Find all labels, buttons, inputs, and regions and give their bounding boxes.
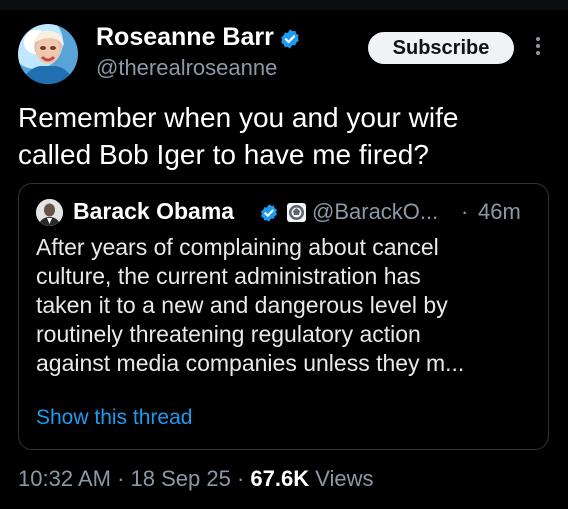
quoted-author-name[interactable]: Barack Obama xyxy=(73,198,234,225)
quoted-tweet-text: After years of complaining about cancel … xyxy=(36,234,465,376)
views-label: Views xyxy=(315,466,374,491)
avatar-image xyxy=(20,30,76,84)
separator-dot: · xyxy=(117,466,125,491)
tweet-text: Remember when you and your wife called B… xyxy=(18,102,459,170)
quoted-timestamp[interactable]: 46m xyxy=(478,199,521,225)
quoted-avatar-image xyxy=(36,199,63,226)
quoted-tweet-card[interactable]: Barack Obama @BarackO... · 46m After yea… xyxy=(18,183,549,450)
government-seal-icon xyxy=(287,203,306,222)
more-dot xyxy=(536,51,540,55)
tweet-metadata: 10:32 AM · 18 Sep 25 · 67.6K Views xyxy=(18,466,374,492)
separator-dot: · xyxy=(236,466,245,491)
author-name[interactable]: Roseanne Barr xyxy=(96,23,274,52)
verified-badge-icon xyxy=(281,29,299,49)
tweet-date[interactable]: 18 Sep 25 xyxy=(131,466,231,491)
quoted-author-avatar[interactable] xyxy=(36,199,63,226)
author-handle[interactable]: @therealroseanne xyxy=(96,55,277,81)
more-dot xyxy=(536,37,540,41)
separator-dot: · xyxy=(461,199,469,224)
views-count: 67.6K xyxy=(250,466,310,491)
more-options-icon[interactable] xyxy=(532,34,544,60)
show-thread-link[interactable]: Show this thread xyxy=(36,406,192,430)
subscribe-button[interactable]: Subscribe xyxy=(368,32,514,64)
top-edge-bar xyxy=(0,0,568,10)
author-avatar[interactable] xyxy=(18,24,78,84)
more-dot xyxy=(536,44,540,48)
tweet-time[interactable]: 10:32 AM xyxy=(18,466,111,491)
quoted-author-handle[interactable]: @BarackO... xyxy=(312,199,438,225)
verified-badge-icon xyxy=(261,204,277,222)
